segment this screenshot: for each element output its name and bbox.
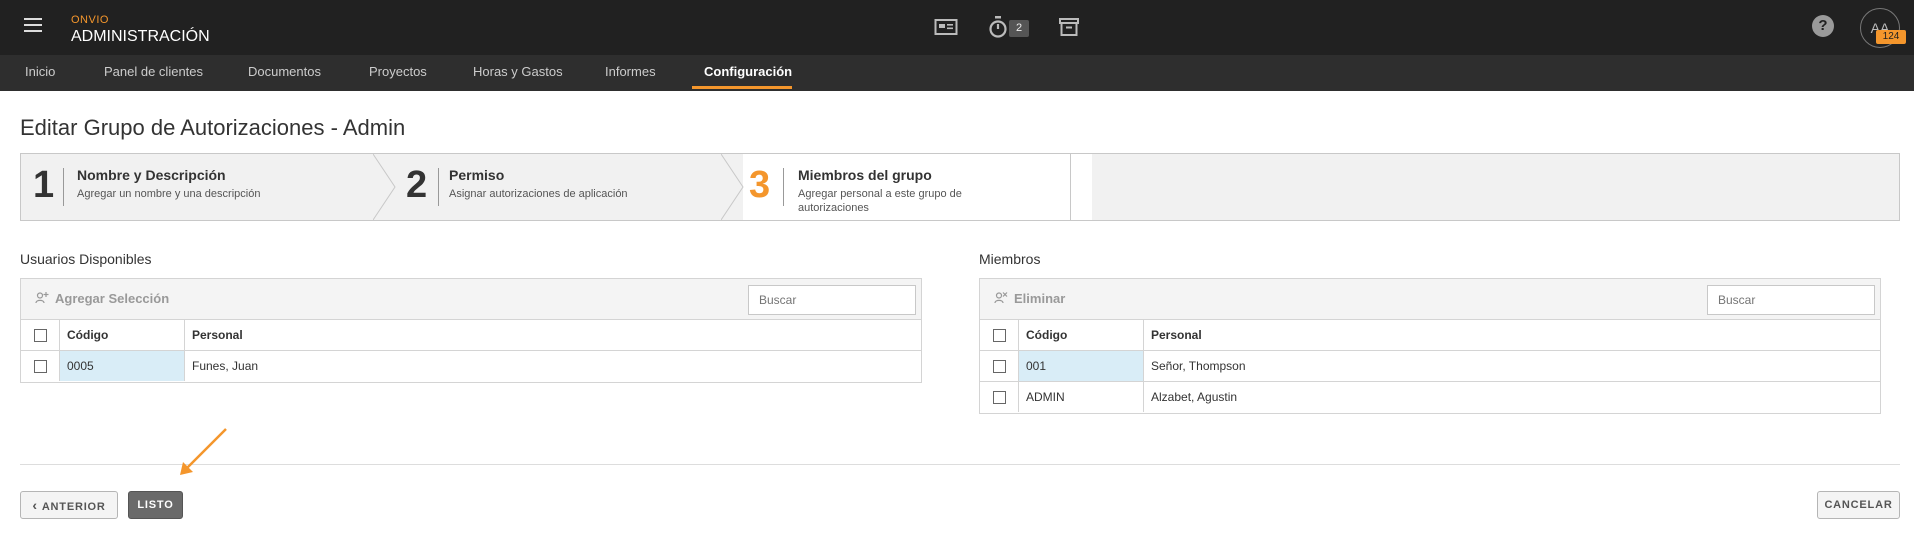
row-personal: Alzabet, Agustin bbox=[1151, 390, 1238, 404]
help-icon[interactable]: ? bbox=[1812, 15, 1834, 37]
step-description-line: autorizaciones bbox=[798, 202, 869, 214]
available-users-panel: Agregar Selección Código Personal 0005 F… bbox=[20, 278, 922, 383]
row-select-cell bbox=[980, 351, 1019, 381]
select-all-cell bbox=[21, 320, 60, 350]
done-button[interactable]: LISTO bbox=[128, 491, 183, 519]
members-label: Miembros bbox=[979, 251, 1041, 267]
row-checkbox[interactable] bbox=[993, 360, 1006, 373]
row-code: ADMIN bbox=[1019, 382, 1144, 412]
menu-icon[interactable] bbox=[24, 18, 42, 32]
step-title: Permiso bbox=[449, 167, 505, 183]
add-selection-label: Agregar Selección bbox=[55, 291, 170, 306]
available-toolbar: Agregar Selección bbox=[21, 279, 921, 320]
step-2[interactable]: 2 Permiso Asignar autorizaciones de apli… bbox=[396, 154, 736, 220]
step-title: Miembros del grupo bbox=[798, 167, 932, 183]
contact-card-icon[interactable] bbox=[934, 15, 958, 39]
step-description: Agregar un nombre y una descripción bbox=[77, 188, 261, 200]
add-selection-button[interactable]: Agregar Selección bbox=[35, 291, 169, 306]
page-title: Editar Grupo de Autorizaciones - Admin bbox=[20, 115, 406, 140]
step-1[interactable]: 1 Nombre y Descripción Agregar un nombre… bbox=[21, 154, 381, 220]
step-divider bbox=[1070, 154, 1071, 220]
row-code: 0005 bbox=[60, 351, 185, 381]
nav-active-indicator bbox=[692, 86, 792, 89]
top-bar: ONVIO ADMINISTRACIÓN 2 ? AA 124 bbox=[0, 0, 1914, 55]
table-row[interactable]: 0005 Funes, Juan bbox=[21, 351, 921, 382]
step-number: 3 bbox=[749, 164, 771, 206]
step-divider bbox=[63, 168, 64, 206]
column-header-code[interactable]: Código bbox=[1019, 320, 1144, 350]
members-panel: Eliminar Código Personal 001 Señor, Thom… bbox=[979, 278, 1881, 414]
row-select-cell bbox=[980, 382, 1019, 412]
app-title: ADMINISTRACIÓN bbox=[71, 28, 210, 45]
members-search-input[interactable] bbox=[1707, 285, 1875, 315]
annotation-arrow bbox=[180, 428, 227, 475]
remove-button[interactable]: Eliminar bbox=[994, 291, 1065, 306]
table-header: Código Personal bbox=[21, 320, 921, 351]
step-3[interactable]: 3 Miembros del grupo Agregar personal a … bbox=[749, 154, 1069, 220]
timer-icon[interactable] bbox=[988, 15, 1008, 39]
timer-count-badge: 2 bbox=[1009, 20, 1029, 37]
nav-item-horas-y-gastos[interactable]: Horas y Gastos bbox=[473, 55, 563, 91]
footer-divider bbox=[20, 464, 1900, 465]
select-all-checkbox[interactable] bbox=[34, 329, 47, 342]
nav-item-informes[interactable]: Informes bbox=[605, 55, 656, 91]
table-row[interactable]: 001 Señor, Thompson bbox=[980, 351, 1880, 382]
step-divider bbox=[438, 168, 439, 206]
select-all-checkbox[interactable] bbox=[993, 329, 1006, 342]
brand-logo-text: ONVIO bbox=[71, 14, 109, 26]
column-header-code[interactable]: Código bbox=[60, 320, 185, 350]
step-title: Nombre y Descripción bbox=[77, 167, 226, 183]
nav-item-inicio[interactable]: Inicio bbox=[25, 55, 55, 91]
step-description: Agregar personal a este grupo de autoriz… bbox=[798, 187, 998, 215]
wizard-stepper: 1 Nombre y Descripción Agregar un nombre… bbox=[20, 153, 1900, 221]
main-nav: Inicio Panel de clientes Documentos Proy… bbox=[0, 55, 1914, 91]
step-description-line: Agregar personal a este grupo de bbox=[798, 188, 962, 200]
chevron-left-icon: ‹ bbox=[32, 497, 38, 513]
available-search-input[interactable] bbox=[748, 285, 916, 315]
nav-item-panel-de-clientes[interactable]: Panel de clientes bbox=[104, 55, 203, 91]
column-header-personal[interactable]: Personal bbox=[1144, 320, 1202, 350]
step-divider bbox=[783, 168, 784, 206]
nav-item-proyectos[interactable]: Proyectos bbox=[369, 55, 427, 91]
step-description: Asignar autorizaciones de aplicación bbox=[449, 188, 628, 200]
table-header: Código Personal bbox=[980, 320, 1880, 351]
add-user-icon bbox=[35, 292, 49, 304]
step-number: 1 bbox=[33, 164, 55, 206]
row-checkbox[interactable] bbox=[34, 360, 47, 373]
row-code: 001 bbox=[1019, 351, 1144, 381]
available-users-label: Usuarios Disponibles bbox=[20, 251, 152, 267]
row-personal: Señor, Thompson bbox=[1151, 359, 1246, 373]
step-number: 2 bbox=[406, 164, 428, 206]
row-personal: Funes, Juan bbox=[192, 359, 259, 373]
row-select-cell bbox=[21, 351, 60, 381]
nav-item-documentos[interactable]: Documentos bbox=[248, 55, 321, 91]
remove-label: Eliminar bbox=[1014, 291, 1066, 306]
table-row[interactable]: ADMIN Alzabet, Agustin bbox=[980, 382, 1880, 413]
back-button[interactable]: ‹ ANTERIOR bbox=[20, 491, 118, 519]
members-toolbar: Eliminar bbox=[980, 279, 1880, 320]
remove-user-icon bbox=[994, 292, 1008, 304]
select-all-cell bbox=[980, 320, 1019, 350]
back-button-label: ANTERIOR bbox=[41, 501, 106, 513]
avatar-badge: 124 bbox=[1876, 30, 1906, 44]
archive-box-icon[interactable] bbox=[1058, 15, 1080, 39]
column-header-personal[interactable]: Personal bbox=[185, 320, 243, 350]
cancel-button[interactable]: CANCELAR bbox=[1817, 491, 1900, 519]
step-chevron bbox=[721, 154, 744, 220]
row-checkbox[interactable] bbox=[993, 391, 1006, 404]
